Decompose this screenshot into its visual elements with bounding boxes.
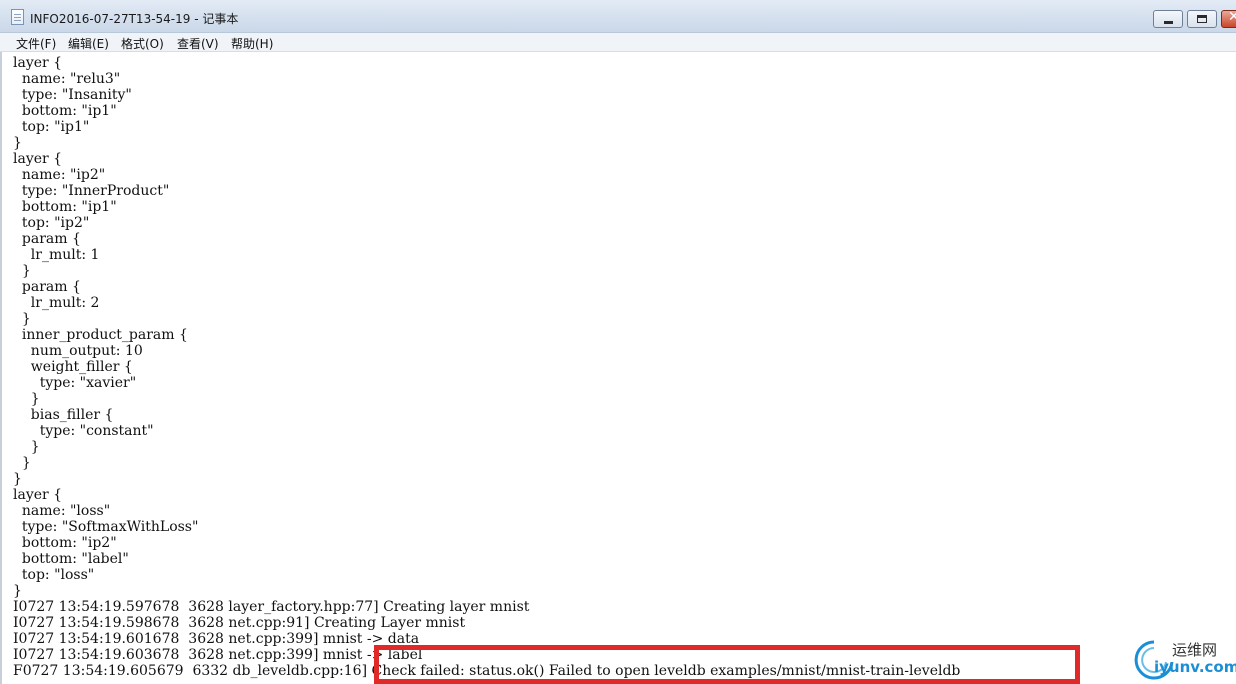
text-line: layer { <box>13 55 63 71</box>
text-line: top: "ip1" <box>13 119 90 135</box>
watermark-cn-text: 运维网 <box>1172 641 1218 659</box>
close-button[interactable]: ✕ <box>1221 9 1236 28</box>
text-line: bottom: "ip2" <box>13 535 117 551</box>
text-line: } <box>13 455 31 471</box>
menu-file[interactable]: 文件(F) <box>16 35 56 52</box>
text-line: bias_filler { <box>13 407 114 423</box>
text-line: name: "relu3" <box>13 71 121 87</box>
notepad-window: INFO2016-07-27T13-54-19 - 记事本 ✕ 文件(F) 编辑… <box>0 0 1236 684</box>
minimize-icon <box>1164 21 1173 24</box>
maximize-icon <box>1197 15 1207 23</box>
menu-bar: 文件(F) 编辑(E) 格式(O) 查看(V) 帮助(H) <box>0 33 1236 52</box>
text-line: num_output: 10 <box>13 343 143 359</box>
text-line: param { <box>13 231 81 247</box>
text-line: } <box>13 263 31 279</box>
text-line: type: "Insanity" <box>13 87 132 103</box>
text-line: I0727 13:54:19.603678 3628 net.cpp:399] … <box>13 647 423 663</box>
window-title: INFO2016-07-27T13-54-19 - 记事本 <box>30 12 239 26</box>
text-line: } <box>13 311 31 327</box>
text-line: type: "xavier" <box>13 375 137 391</box>
text-line: F0727 13:54:19.605679 6332 db_leveldb.cp… <box>13 663 961 679</box>
text-line: } <box>13 583 22 599</box>
text-line: name: "ip2" <box>13 167 106 183</box>
text-line: lr_mult: 2 <box>13 295 100 311</box>
text-line: lr_mult: 1 <box>13 247 100 263</box>
text-line: top: "loss" <box>13 567 95 583</box>
text-line: } <box>13 439 40 455</box>
site-watermark: 运维网 iyunv.com <box>1132 636 1236 684</box>
text-line: } <box>13 135 22 151</box>
menu-edit[interactable]: 编辑(E) <box>68 35 109 52</box>
text-line: weight_filler { <box>13 359 133 375</box>
text-line: bottom: "ip1" <box>13 199 117 215</box>
text-line: top: "ip2" <box>13 215 90 231</box>
notepad-icon[interactable] <box>11 9 24 25</box>
text-line: I0727 13:54:19.598678 3628 net.cpp:91] C… <box>13 615 466 631</box>
menu-help[interactable]: 帮助(H) <box>231 35 273 52</box>
text-line: } <box>13 391 40 407</box>
menu-view[interactable]: 查看(V) <box>177 35 219 52</box>
text-line: inner_product_param { <box>13 327 188 343</box>
maximize-button[interactable] <box>1187 10 1217 28</box>
text-line: name: "loss" <box>13 503 111 519</box>
watermark-en-text: iyunv.com <box>1154 658 1236 676</box>
text-editor-area[interactable]: layer { name: "relu3" type: "Insanity" b… <box>0 52 1236 684</box>
text-line: type: "InnerProduct" <box>13 183 170 199</box>
text-line: layer { <box>13 151 63 167</box>
text-line: } <box>13 471 22 487</box>
text-line: type: "SoftmaxWithLoss" <box>13 519 199 535</box>
text-line: I0727 13:54:19.601678 3628 net.cpp:399] … <box>13 631 420 647</box>
text-line: layer { <box>13 487 63 503</box>
close-icon: ✕ <box>1228 9 1236 25</box>
text-line: type: "constant" <box>13 423 154 439</box>
minimize-button[interactable] <box>1153 10 1183 28</box>
text-line: bottom: "label" <box>13 551 129 567</box>
menu-format[interactable]: 格式(O) <box>121 35 164 52</box>
text-line: bottom: "ip1" <box>13 103 117 119</box>
text-line: I0727 13:54:19.597678 3628 layer_factory… <box>13 599 530 615</box>
text-line: param { <box>13 279 81 295</box>
title-bar[interactable]: INFO2016-07-27T13-54-19 - 记事本 ✕ <box>0 0 1236 33</box>
